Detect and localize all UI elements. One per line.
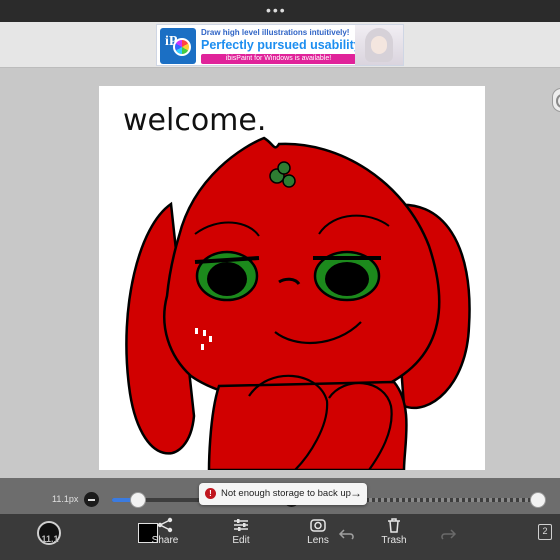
warning-icon: ! [205, 488, 216, 499]
ibispaint-logo: iP [160, 28, 196, 64]
share-label: Share [151, 535, 179, 546]
backup-warning-toast[interactable]: ! Not enough storage to back up → [199, 483, 367, 505]
ad-cta: ibisPaint for Windows is available! [201, 54, 356, 64]
status-bar: ••• [0, 0, 560, 22]
ad-banner[interactable]: iP Draw high level illustrations intuiti… [156, 24, 404, 66]
undo-icon [338, 529, 354, 540]
ad-banner-bar: iP Draw high level illustrations intuiti… [0, 22, 560, 68]
trash-label: Trash [381, 535, 407, 546]
brush-size-thumb[interactable] [129, 492, 146, 508]
redo-icon [441, 529, 457, 540]
trash-icon [388, 518, 400, 533]
color-wheel-icon [173, 38, 191, 56]
trash-button[interactable]: Trash [372, 517, 416, 557]
more-dots-icon[interactable]: ••• [266, 3, 287, 17]
arrow-right-icon[interactable]: → [350, 486, 362, 500]
share-button[interactable]: Share [143, 517, 187, 557]
ad-headline: Perfectly pursued usability! [201, 38, 365, 52]
size-decrease-button[interactable] [84, 492, 99, 507]
drawing-canvas[interactable]: welcome. [99, 86, 485, 470]
brush-size-label: 11.1px [52, 494, 79, 504]
undo-button[interactable] [327, 526, 367, 560]
ad-character-image [355, 25, 403, 65]
layer-count-badge[interactable]: 2 [538, 524, 552, 540]
ad-tagline: Draw high level illustrations intuitivel… [201, 28, 350, 37]
sliders-icon [234, 519, 248, 531]
edit-button[interactable]: Edit [219, 517, 263, 557]
bottom-toolbar: 11.1 Share Edit Lens Trash 2 [0, 514, 560, 560]
handwritten-text: welcome. [123, 103, 266, 138]
right-eye [313, 250, 381, 302]
share-icon [157, 517, 173, 533]
camera-icon [310, 519, 326, 532]
edit-label: Edit [232, 535, 250, 546]
redo-button[interactable] [428, 526, 468, 560]
left-eye [194, 250, 260, 302]
toast-message: Not enough storage to back up [221, 488, 351, 499]
opacity-thumb[interactable] [530, 492, 546, 508]
brush-tool-value: 11.1 [41, 534, 59, 544]
reference-window-button[interactable] [552, 88, 560, 112]
